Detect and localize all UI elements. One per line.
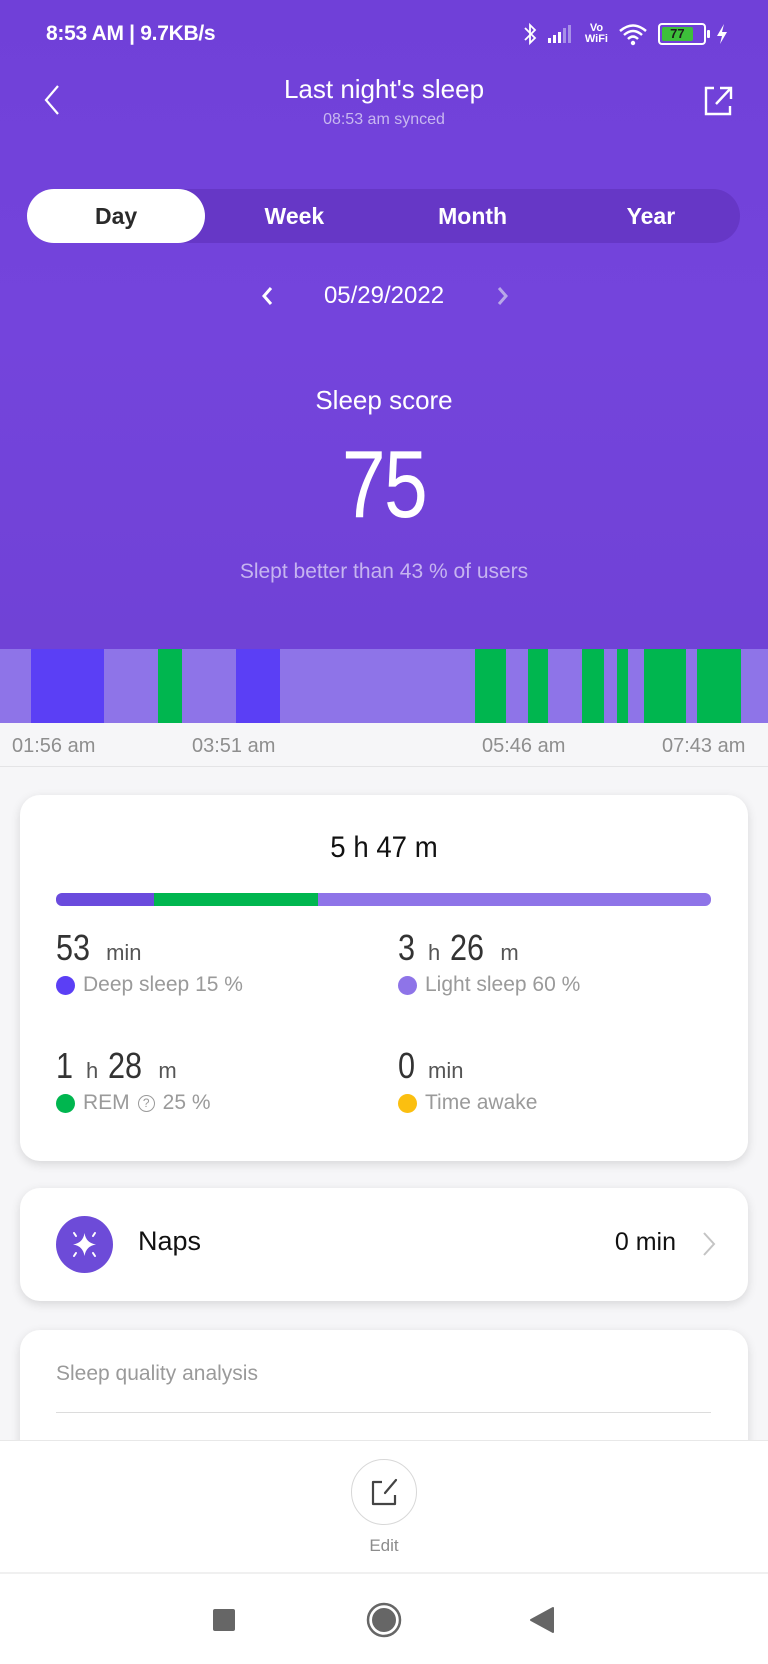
timeline-segment-rem (697, 649, 742, 723)
timeline-segment-light (548, 649, 583, 723)
tab-day[interactable]: Day (27, 189, 206, 243)
timeline-segment-rem (644, 649, 686, 723)
system-navigation-bar (0, 1572, 768, 1664)
timeline-segment-light (280, 649, 475, 723)
rem-dot (56, 1093, 75, 1113)
date-navigator: 05/29/2022 (0, 276, 768, 316)
tab-year[interactable]: Year (562, 189, 740, 243)
edit-button[interactable] (351, 1459, 417, 1525)
tab-month[interactable]: Month (384, 189, 562, 243)
timeline-segment-light (103, 649, 159, 723)
sleep-summary-card: 5 h 47 m 53 min Deep sleep 15 % 3 h 26 m… (20, 795, 748, 1161)
battery-level: 77 (662, 27, 693, 41)
status-icons: Vo WiFi 77 (523, 22, 728, 46)
wifi-icon (618, 22, 648, 46)
edit-label: Edit (369, 1536, 399, 1555)
help-icon[interactable]: ? (137, 1094, 155, 1112)
sleep-stage-timeline[interactable] (0, 649, 768, 723)
status-time-speed: 8:53 AM | 9.7KB/s (46, 22, 216, 45)
timeline-segment-rem (474, 649, 507, 723)
share-icon (704, 86, 733, 116)
sync-status: 08:53 am synced (323, 111, 445, 128)
axis-label: 03:51 am (192, 735, 276, 757)
timeline-segment-light (0, 649, 31, 723)
sleep-score-value: 75 (341, 431, 428, 538)
rem-percent: 25 % (162, 1091, 211, 1114)
chevron-right-icon (703, 1232, 716, 1256)
timeline-segment-deep (235, 649, 281, 723)
share-button[interactable] (698, 80, 738, 120)
home-button[interactable] (364, 1600, 404, 1640)
axis-label: 05:46 am (482, 735, 566, 757)
awake-label: Time awake (425, 1091, 538, 1114)
timeline-segment-light (506, 649, 529, 723)
stage-distribution-bar (56, 893, 711, 906)
analysis-title: Sleep quality analysis (56, 1362, 258, 1385)
light-sleep-stat: 3 h 26 m Light sleep 60 % (398, 927, 581, 996)
chevron-left-icon (262, 287, 273, 305)
naps-label: Naps (138, 1226, 202, 1256)
square-icon (213, 1609, 235, 1631)
battery-icon: 77 (658, 23, 710, 45)
timeline-segment-light (182, 649, 236, 723)
header: 8:53 AM | 9.7KB/s Vo WiFi 77 Last night'… (0, 0, 768, 650)
period-tabs: Day Week Month Year (27, 189, 740, 243)
home-circle-icon (366, 1602, 402, 1638)
timeline-segment-rem (616, 649, 629, 723)
triangle-back-icon (530, 1607, 554, 1633)
rem-stat: 1 h 28 m REM? 25 % (56, 1045, 211, 1114)
bluetooth-icon (523, 22, 537, 46)
distribution-segment-deep (56, 893, 155, 906)
naps-row[interactable]: Naps 0 min (20, 1188, 748, 1301)
nav-row: Last night's sleep 08:53 am synced (0, 70, 768, 140)
timeline-segment-light (741, 649, 768, 723)
sleep-score-label: Sleep score (315, 385, 453, 415)
sleep-score-caption: Slept better than 43 % of users (239, 560, 529, 583)
timeline-segment-deep (30, 649, 104, 723)
timeline-segment-rem (528, 649, 549, 723)
chevron-right-icon (497, 287, 508, 305)
deep-sleep-stat: 53 min Deep sleep 15 % (56, 927, 243, 996)
status-bar: 8:53 AM | 9.7KB/s Vo WiFi 77 (0, 18, 768, 54)
light-sleep-dot (398, 975, 417, 995)
deep-sleep-label: Deep sleep 15 % (83, 973, 243, 996)
page-title: Last night's sleep (283, 74, 485, 104)
signal-icon (547, 24, 575, 44)
vowifi-icon: Vo WiFi (584, 22, 608, 45)
charging-icon (716, 23, 728, 45)
naps-value: 0 min (614, 1228, 676, 1256)
back-nav-button[interactable] (522, 1600, 562, 1640)
total-sleep-duration: 5 h 47 m (330, 831, 438, 864)
timeline-axis: 01:56 am 03:51 am 05:46 am 07:43 am (0, 723, 768, 767)
tab-week[interactable]: Week (205, 189, 383, 243)
distribution-segment-light (318, 893, 711, 906)
rem-label: REM (83, 1091, 130, 1114)
timeline-segment-light (603, 649, 617, 723)
distribution-segment-rem (154, 893, 318, 906)
current-date: 05/29/2022 (323, 282, 445, 309)
deep-sleep-dot (56, 975, 75, 995)
light-sleep-label: Light sleep 60 % (425, 973, 581, 996)
bottom-action-panel: Edit (0, 1440, 768, 1572)
next-date-button[interactable] (488, 282, 516, 310)
deep-sleep-value: 53 (56, 927, 91, 968)
divider (56, 1412, 711, 1413)
axis-label: 07:43 am (662, 735, 746, 757)
recents-button[interactable] (204, 1600, 244, 1640)
axis-label: 01:56 am (12, 735, 96, 757)
awake-stat: 0 min Time awake (398, 1045, 538, 1114)
timeline-segment-rem (158, 649, 182, 723)
previous-date-button[interactable] (254, 282, 282, 310)
timeline-segment-rem (582, 649, 604, 723)
timeline-segment-light (685, 649, 698, 723)
timeline-segment-light (628, 649, 645, 723)
sparkle-icon (56, 1216, 113, 1273)
edit-icon (371, 1478, 398, 1506)
awake-dot (398, 1093, 417, 1113)
